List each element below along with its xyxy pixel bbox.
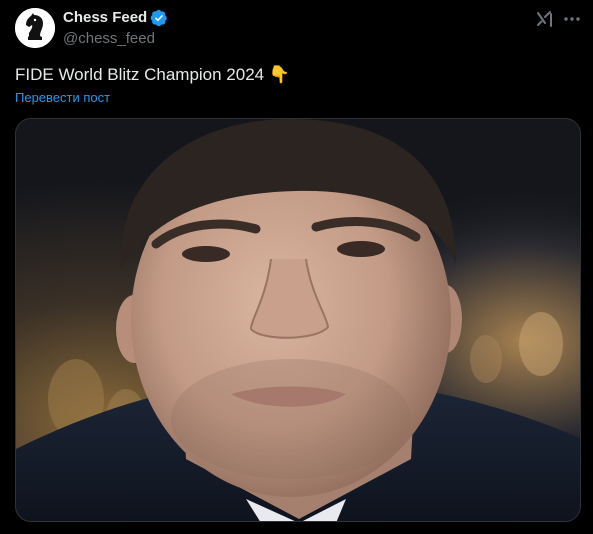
grok-button[interactable] xyxy=(534,8,556,30)
author-avatar[interactable] xyxy=(15,8,55,48)
grok-icon xyxy=(537,11,552,27)
pointing-down-emoji-icon: 👇 xyxy=(268,65,291,84)
post-photo[interactable] xyxy=(15,118,581,522)
post-text-body: FIDE World Blitz Champion 2024 xyxy=(15,65,265,84)
post-card[interactable]: Chess Feed @chess_feed FIDE World Blitz … xyxy=(0,0,593,534)
more-dots-icon xyxy=(564,17,580,21)
post-text: FIDE World Blitz Champion 2024 👇 xyxy=(15,64,290,86)
author-display-name[interactable]: Chess Feed xyxy=(63,9,147,27)
verified-badge-icon xyxy=(150,9,168,27)
author-name-row[interactable]: Chess Feed xyxy=(63,9,168,27)
portrait-photo-icon xyxy=(16,119,580,521)
chess-knight-logo-icon xyxy=(15,8,55,48)
translate-post-link[interactable]: Перевести пост xyxy=(15,90,110,106)
more-options-button[interactable] xyxy=(561,8,583,30)
author-handle[interactable]: @chess_feed xyxy=(63,30,155,48)
